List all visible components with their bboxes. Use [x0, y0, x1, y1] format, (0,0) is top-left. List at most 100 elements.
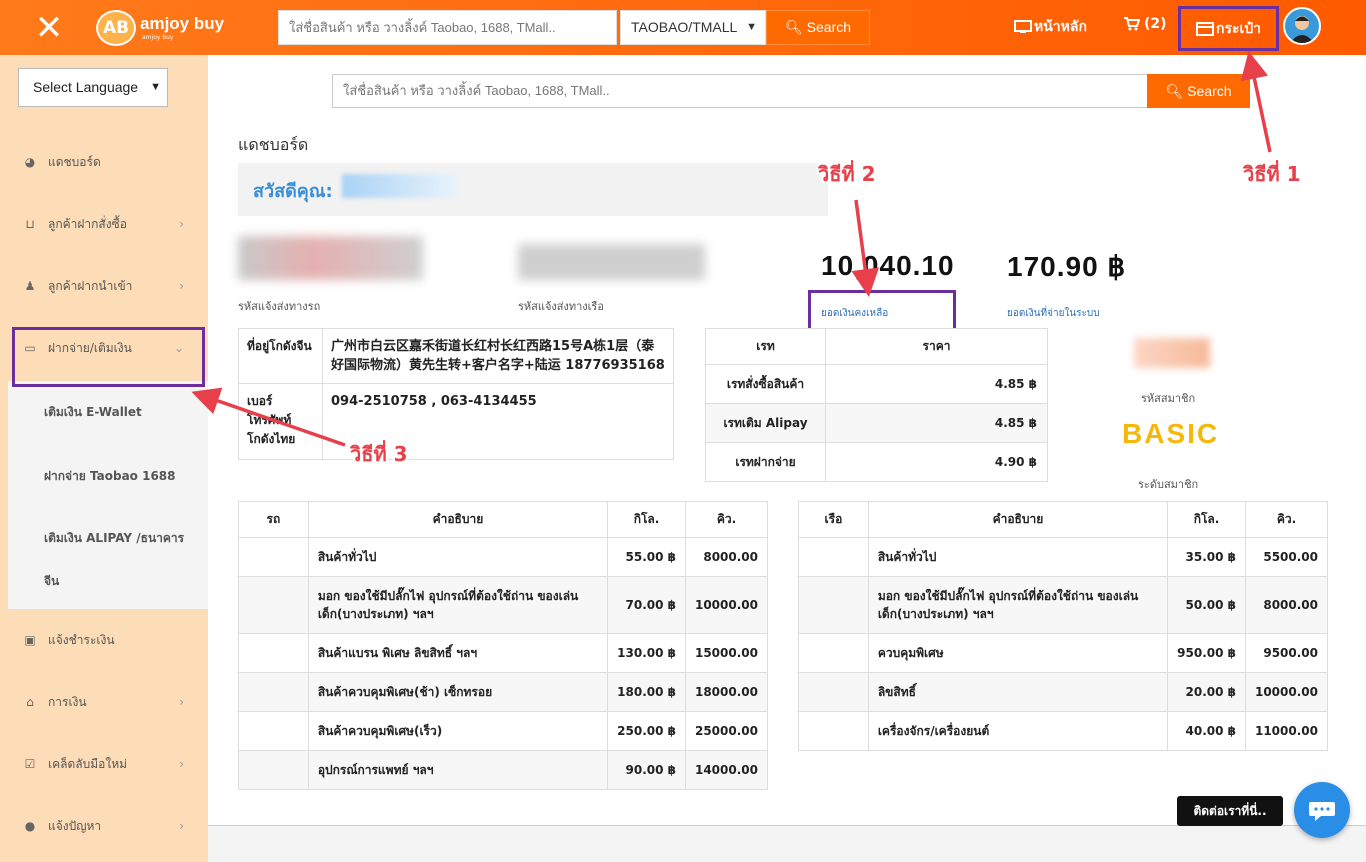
rate-table: เรท ราคา เรทสั่งซื้อสินค้า 4.85 ฿ เรทเติ… [705, 328, 1048, 482]
sidebar-item-order[interactable]: ⊔ ลูกค้าฝากสั่งซื้อ › [0, 194, 208, 254]
fee-kg: 35.00 ฿ [1167, 537, 1246, 577]
sidebar-item-label: แจ้งชำระเงิน [48, 632, 115, 647]
fee-cbm: 15000.00 [684, 633, 769, 673]
sidebar-item-tips[interactable]: ☑ เคล็ดลับมือใหม่ › [0, 734, 208, 794]
table-row: สินค้าแบรน พิเศษ ลิขสิทธิ์ ฯลฯ 130.00 ฿ 15… [238, 633, 769, 673]
rate-price: 4.85 ฿ [825, 364, 1048, 404]
language-select[interactable]: Select Language ▼ [18, 68, 168, 107]
annotation-step3: วิธีที่ 3 [350, 442, 408, 466]
nav-cart-link[interactable]: (2) [1124, 16, 1167, 32]
table-row: อุปกรณ์การแพทย์ ฯลฯ 90.00 ฿ 14000.00 [238, 750, 769, 790]
chevron-right-icon: › [179, 279, 184, 293]
nav-home-link[interactable]: หน้าหลัก [1014, 16, 1087, 38]
chevron-right-icon: › [179, 695, 184, 709]
submenu-item-alipay[interactable]: เติมเงิน ALIPAY /ธนาคาร จีน [44, 529, 184, 591]
sidebar-item-finance[interactable]: ⌂ การเงิน › [0, 672, 208, 732]
cart-count: (2) [1144, 16, 1167, 32]
fee-cbm: 25000.00 [684, 711, 769, 751]
top-navbar: ✕ AB amjoy buy amjoy buy ใส่ชื่อสินค้า ห… [0, 0, 1366, 55]
table-row: เบอร์โทรศัพท์โกดังไทย 094-2510758 , 063-… [238, 383, 674, 460]
paid-link[interactable]: ยอดเงินที่จ่ายในระบบ [1007, 306, 1100, 321]
table-row: มอก ของใช้มีปลั๊กไฟ อุปกรณ์ที่ต้องใช้ถ่า… [798, 576, 1329, 634]
top-search-input[interactable]: ใส่ชื่อสินค้า หรือ วางลิ้งค์ Taobao, 168… [278, 10, 617, 45]
sidebar-item-label: แดชบอร์ด [48, 154, 101, 169]
fee-desc: มอก ของใช้มีปลั๊กไฟ อุปกรณ์ที่ต้องใช้ถ่า… [867, 576, 1169, 634]
bank-icon: ⌂ [26, 695, 34, 709]
search-icon: 🔍︎ [784, 19, 803, 35]
submenu-item-alipay-line2: จีน [44, 574, 60, 588]
table-header-row: เรท ราคา [705, 328, 1048, 365]
chevron-right-icon: › [179, 757, 184, 771]
wallet-card-icon [1195, 21, 1214, 36]
main-search-button[interactable]: 🔍︎ Search [1147, 74, 1250, 108]
column-header: คำอธิบาย [307, 501, 609, 538]
search-icon: 🔍︎ [1165, 83, 1184, 99]
chat-button[interactable] [1294, 782, 1350, 838]
table-row: มอก ของใช้มีปลั๊กไฟ อุปกรณ์ที่ต้องใช้ถ่า… [238, 576, 769, 634]
close-menu-icon[interactable]: ✕ [26, 10, 72, 46]
column-header: รถ [238, 501, 309, 538]
nav-wallet-link[interactable]: กระเป๋า [1178, 6, 1279, 51]
submenu-item-alipay-line1: เติมเงิน ALIPAY /ธนาคาร [44, 531, 185, 545]
main-search-label: Search [1187, 83, 1232, 99]
main-search-input[interactable]: ใส่ชื่อสินค้า หรือ วางลิ้งค์ Taobao, 168… [332, 74, 1148, 108]
rate-price: 4.85 ฿ [825, 403, 1048, 443]
submenu-item-taobao[interactable]: ฝากจ่าย Taobao 1688 [44, 467, 176, 486]
nav-wallet-label: กระเป๋า [1215, 20, 1262, 37]
logo-mark: AB [96, 10, 136, 46]
ship-fee-table: เรือ คำอธิบาย กิโล. คิว. สินค้าทั่วไป 35.… [798, 501, 1329, 751]
rate-name: เรทสั่งซื้อสินค้า [705, 364, 826, 404]
price-header: ราคา [825, 328, 1048, 365]
fee-cbm: 10000.00 [1244, 672, 1329, 712]
table-row: สินค้าควบคุมพิเศษ(เร็ว) 250.00 ฿ 25000.00 [238, 711, 769, 751]
table-row: สินค้าทั่วไป 35.00 ฿ 5500.00 [798, 537, 1329, 577]
fee-kg: 130.00 ฿ [607, 633, 686, 673]
fee-desc: อุปกรณ์การแพทย์ ฯลฯ [307, 750, 609, 790]
table-row: ลิขสิทธิ์ 20.00 ฿ 10000.00 [798, 672, 1329, 712]
logo-subtext: amjoy buy [142, 34, 174, 41]
fee-kg: 90.00 ฿ [607, 750, 686, 790]
check-icon: ☑ [24, 757, 36, 771]
column-header: เรือ [798, 501, 869, 538]
table-row: เครื่องจักร/เครื่องยนต์ 40.00 ฿ 11000.00 [798, 711, 1329, 751]
contact-us-button[interactable]: ติดต่อเราที่นี่.. [1177, 796, 1283, 826]
fee-kg: 250.00 ฿ [607, 711, 686, 751]
logo[interactable]: AB amjoy buy amjoy buy [96, 10, 224, 46]
table-row: เรทเติม Alipay 4.85 ฿ [705, 403, 1048, 443]
avatar[interactable] [1283, 7, 1321, 45]
top-search-button[interactable]: 🔍︎ Search [766, 10, 870, 45]
sidebar-item-notify-payment[interactable]: ▣ แจ้งชำระเงิน [0, 610, 208, 670]
paid-value: 170.90 ฿ [1007, 251, 1127, 282]
table-row: ควบคุมพิเศษ 950.00 ฿ 9500.00 [798, 633, 1329, 673]
warehouse-address-table: ที่อยู่โกดังจีน 广州市白云区嘉禾街道长红村长红西路15号A栋1层… [238, 328, 674, 460]
source-select[interactable]: TAOBAO/TMALL ▼ [620, 10, 766, 45]
nav-home-label: หน้าหลัก [1034, 19, 1087, 35]
sidebar-item-import[interactable]: ♟ ลูกค้าฝากนำเข้า › [0, 256, 208, 316]
column-header: กิโล. [607, 501, 686, 538]
fee-kg: 50.00 ฿ [1167, 576, 1246, 634]
table-row: สินค้าทั่วไป 55.00 ฿ 8000.00 [238, 537, 769, 577]
import-icon: ♟ [24, 279, 36, 293]
sidebar-item-report-issue[interactable]: ● แจ้งปัญหา › [0, 796, 208, 856]
source-select-value: TAOBAO/TMALL [631, 19, 738, 35]
sidebar-item-label: เคล็ดลับมือใหม่ [48, 756, 128, 771]
sidebar-item-dashboard[interactable]: ◕ แดชบอร์ด [0, 132, 208, 192]
fee-cbm: 5500.00 [1244, 537, 1329, 577]
fee-desc: สินค้าทั่วไป [307, 537, 609, 577]
fee-kg: 70.00 ฿ [607, 576, 686, 634]
annotation-box-step3 [12, 327, 205, 387]
fee-cbm: 18000.00 [684, 672, 769, 712]
blurred-ship-code [518, 244, 705, 280]
chat-bubble-icon [1309, 802, 1335, 821]
table-row: เรทสั่งซื้อสินค้า 4.85 ฿ [705, 364, 1048, 404]
basket-icon: ⊔ [25, 217, 35, 231]
address-value: 广州市白云区嘉禾街道长红村长红西路15号A栋1层（泰好国际物流）黄先生转+客户名… [322, 328, 674, 384]
submenu-item-ewallet[interactable]: เติมเงิน E-Wallet [44, 403, 142, 422]
chevron-right-icon: › [179, 217, 184, 231]
chevron-right-icon: › [179, 819, 184, 833]
fee-kg: 55.00 ฿ [607, 537, 686, 577]
chevron-down-icon: ▼ [150, 81, 161, 93]
table-header-row: รถ คำอธิบาย กิโล. คิว. [238, 501, 769, 538]
fee-kg: 40.00 ฿ [1167, 711, 1246, 751]
truck-code-label: รหัสแจ้งส่งทางรถ [238, 300, 321, 313]
